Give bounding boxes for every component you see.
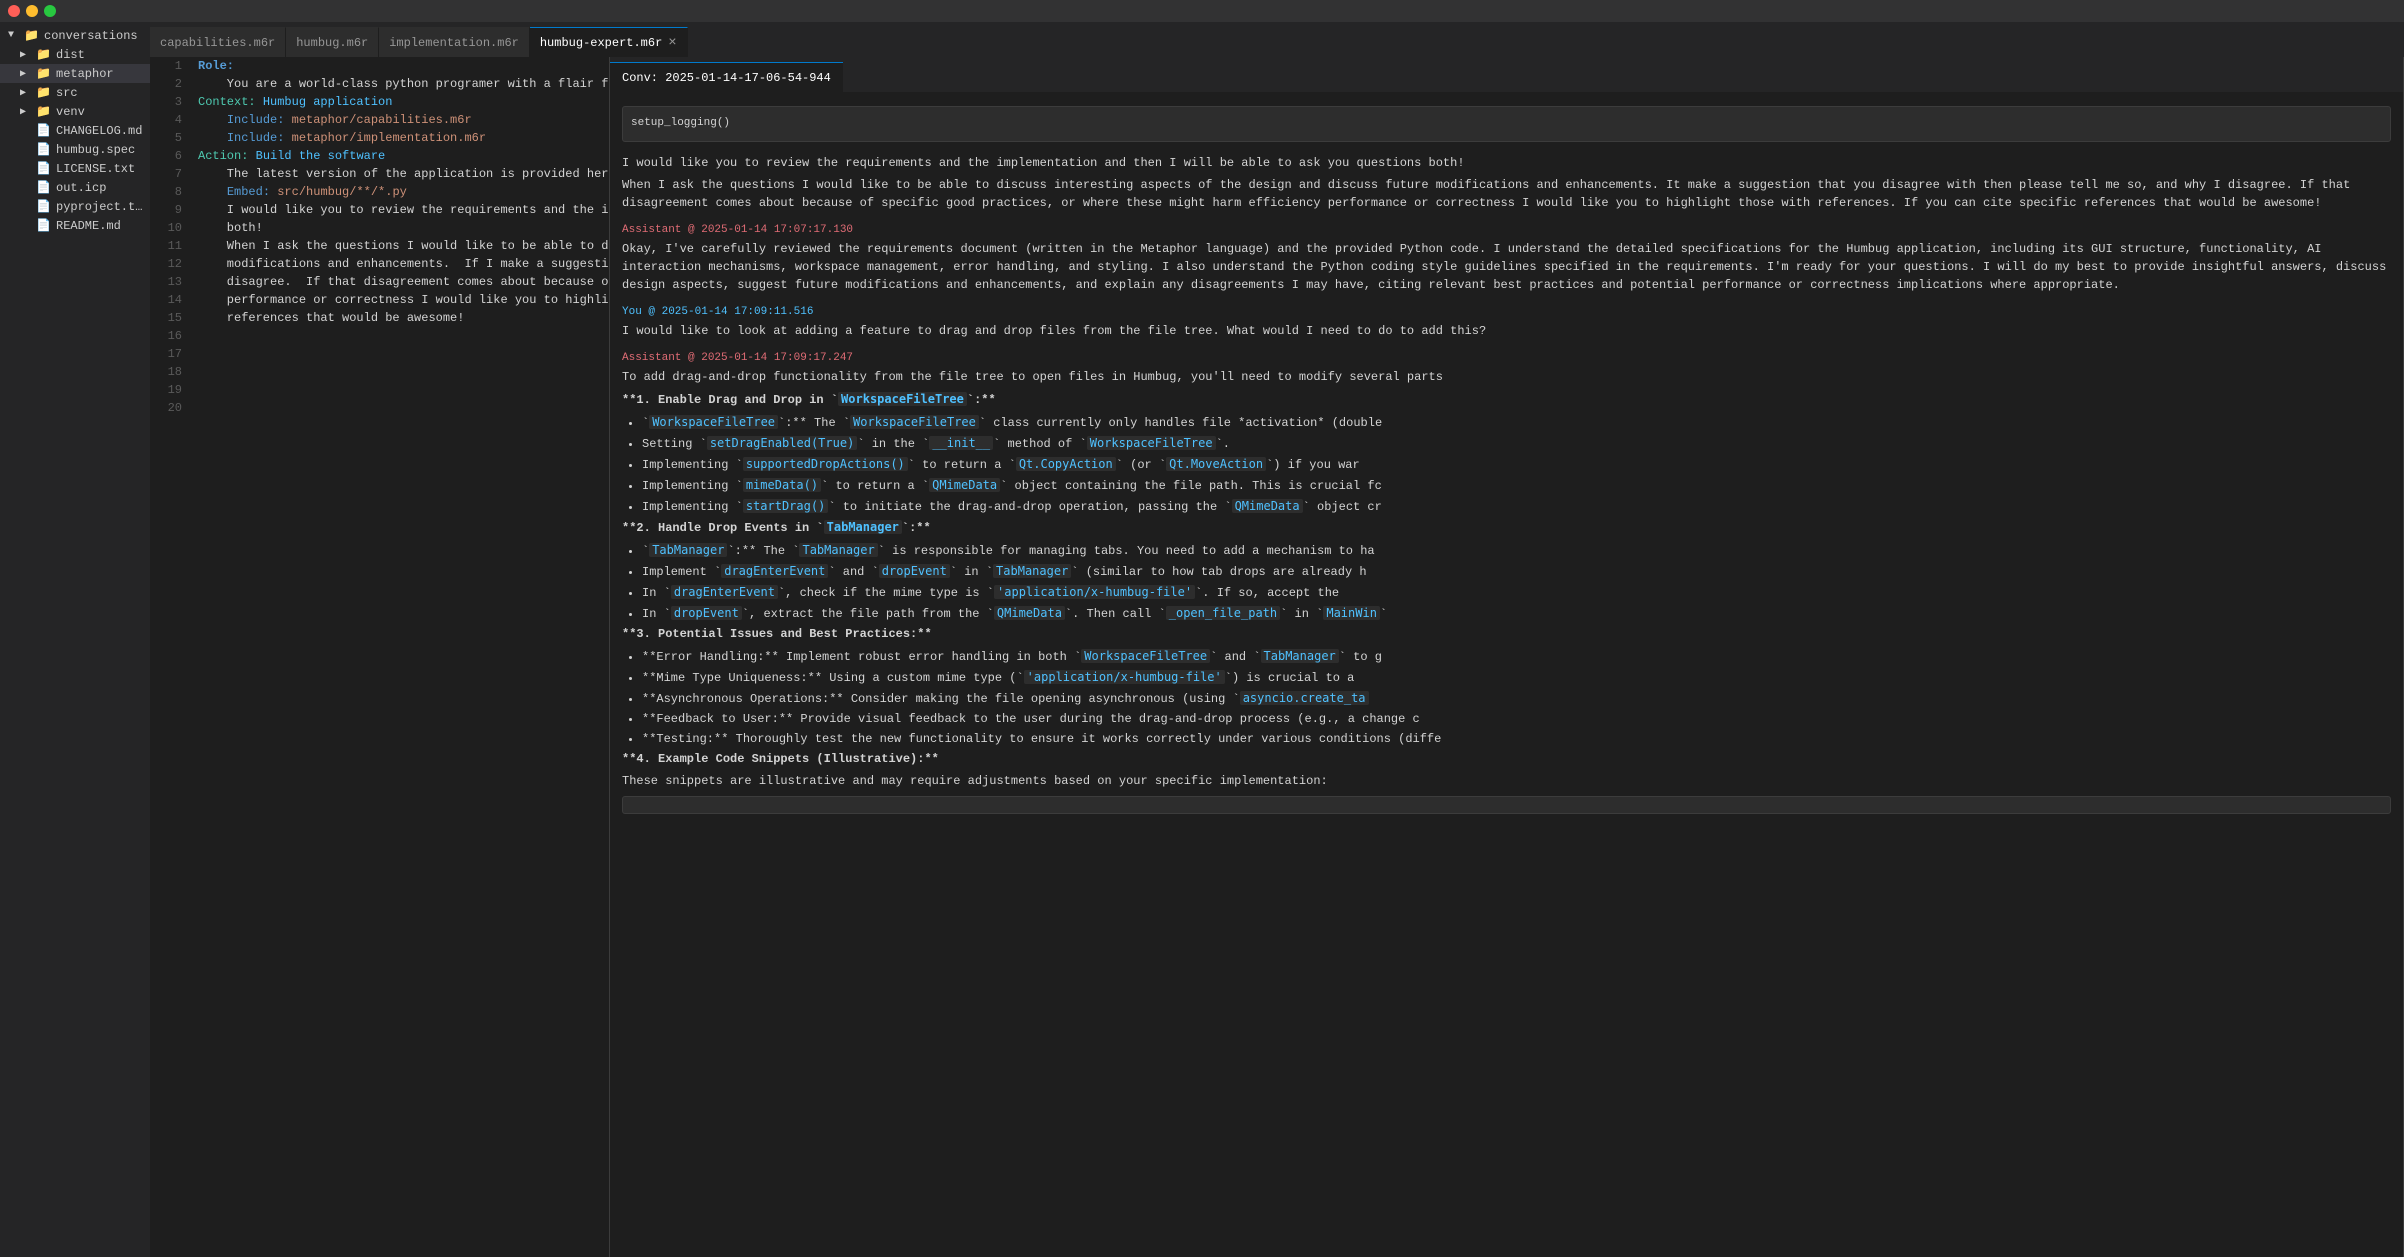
sidebar-item-label: out.icp <box>56 181 106 195</box>
chat-message-system-1: setup_logging() <box>622 106 2391 142</box>
sidebar-item-label: venv <box>56 105 85 119</box>
tab-humbug-expert[interactable]: humbug-expert.m6r × <box>530 27 688 57</box>
code-line: both! <box>198 219 601 237</box>
file-icon: 📄 <box>36 180 52 195</box>
sidebar-item-label: humbug.spec <box>56 143 135 157</box>
tab-implementation[interactable]: implementation.m6r <box>379 27 530 57</box>
chat-message-assistant-2: Assistant @ 2025-01-14 17:09:17.247 To a… <box>622 352 2391 814</box>
chat-tab[interactable]: Conv: 2025-01-14-17-06-54-944 <box>610 62 843 92</box>
main-layout: ▼ 📁 conversations ▶ 📁 dist ▶ 📁 metaphor … <box>0 22 2404 1257</box>
line-numbers: 12345 678910 1112131415 1617181920 <box>150 57 190 417</box>
code-lines: Role: You are a world-class python progr… <box>190 57 609 417</box>
sidebar-item-changelog[interactable]: ▶ 📄 CHANGELOG.md <box>0 121 150 140</box>
code-line: performance or correctness I would like … <box>198 291 601 309</box>
code-line: You are a world-class python programer w… <box>198 75 601 93</box>
sidebar-item-label: pyproject.toml <box>56 200 146 214</box>
sidebar-item-pyproject[interactable]: ▶ 📄 pyproject.toml <box>0 197 150 216</box>
arrow-icon: ▼ <box>8 30 24 41</box>
code-line: Role: <box>198 57 601 75</box>
sidebar-item-label: README.md <box>56 219 121 233</box>
chat-messages[interactable]: setup_logging() I would like you to revi… <box>610 92 2403 1257</box>
code-block: setup_logging() <box>622 106 2391 142</box>
content-area: 12345 678910 1112131415 1617181920 Role:… <box>150 57 2404 1257</box>
sidebar-item-label: LICENSE.txt <box>56 162 135 176</box>
code-line: Action: Build the software <box>198 147 601 165</box>
chat-message-assistant-1: Assistant @ 2025-01-14 17:07:17.130 Okay… <box>622 224 2391 294</box>
message-header: You @ 2025-01-14 17:09:11.516 <box>622 306 2391 318</box>
code-line: Embed: src/humbug/**/*.py <box>198 183 601 201</box>
sidebar-item-label: metaphor <box>56 67 114 81</box>
code-block <box>622 796 2391 814</box>
code-line: Context: Humbug application <box>198 93 601 111</box>
sidebar: ▼ 📁 conversations ▶ 📁 dist ▶ 📁 metaphor … <box>0 22 150 1257</box>
sidebar-item-readme[interactable]: ▶ 📄 README.md <box>0 216 150 235</box>
tab-label: capabilities.m6r <box>160 36 275 50</box>
sidebar-item-conversations[interactable]: ▼ 📁 conversations <box>0 26 150 45</box>
tab-close-button[interactable]: × <box>668 35 676 51</box>
titlebar-buttons <box>8 5 56 17</box>
sidebar-item-label: dist <box>56 48 85 62</box>
editor-pane[interactable]: 12345 678910 1112131415 1617181920 Role:… <box>150 57 610 1257</box>
editor-area: capabilities.m6r humbug.m6r implementati… <box>150 22 2404 1257</box>
message-body: setup_logging() <box>622 106 2391 142</box>
folder-icon: 📁 <box>24 28 40 43</box>
message-header: Assistant @ 2025-01-14 17:09:17.247 <box>622 352 2391 364</box>
message-body: I would like to look at adding a feature… <box>622 322 2391 340</box>
tab-humbug[interactable]: humbug.m6r <box>286 27 379 57</box>
tab-label: humbug.m6r <box>296 36 368 50</box>
sidebar-item-out[interactable]: ▶ 📄 out.icp <box>0 178 150 197</box>
minimize-button[interactable] <box>26 5 38 17</box>
folder-icon: 📁 <box>36 47 52 62</box>
code-line: disagree. If that disagreement comes abo… <box>198 273 601 291</box>
tab-label: implementation.m6r <box>389 36 519 50</box>
arrow-icon: ▶ <box>20 106 36 118</box>
sidebar-item-dist[interactable]: ▶ 📁 dist <box>0 45 150 64</box>
code-line: I would like you to review the requireme… <box>198 201 601 219</box>
tab-label: humbug-expert.m6r <box>540 36 662 50</box>
close-button[interactable] <box>8 5 20 17</box>
chat-message-system-2: I would like you to review the requireme… <box>622 154 2391 212</box>
code-line: modifications and enhancements. If I mak… <box>198 255 601 273</box>
chat-tab-label: Conv: 2025-01-14-17-06-54-944 <box>622 71 831 85</box>
sidebar-item-label: conversations <box>44 29 138 43</box>
message-body: Okay, I've carefully reviewed the requir… <box>622 240 2391 294</box>
folder-icon: 📁 <box>36 85 52 100</box>
code-line: The latest version of the application is… <box>198 165 601 183</box>
tab-capabilities[interactable]: capabilities.m6r <box>150 27 286 57</box>
code-line: references that would be awesome! <box>198 309 601 327</box>
file-icon: 📄 <box>36 218 52 233</box>
chat-pane: Conv: 2025-01-14-17-06-54-944 setup_logg… <box>610 57 2404 1257</box>
sidebar-item-humbug-spec[interactable]: ▶ 📄 humbug.spec <box>0 140 150 159</box>
message-body: I would like you to review the requireme… <box>622 154 2391 212</box>
chat-message-you-1: You @ 2025-01-14 17:09:11.516 I would li… <box>622 306 2391 340</box>
arrow-icon: ▶ <box>20 49 36 61</box>
sidebar-item-venv[interactable]: ▶ 📁 venv <box>0 102 150 121</box>
file-icon: 📄 <box>36 123 52 138</box>
sidebar-item-license[interactable]: ▶ 📄 LICENSE.txt <box>0 159 150 178</box>
folder-icon: 📁 <box>36 104 52 119</box>
tab-bar: capabilities.m6r humbug.m6r implementati… <box>150 22 2404 57</box>
file-icon: 📄 <box>36 161 52 176</box>
sidebar-item-metaphor[interactable]: ▶ 📁 metaphor <box>0 64 150 83</box>
chat-tab-bar: Conv: 2025-01-14-17-06-54-944 <box>610 57 2403 92</box>
titlebar <box>0 0 2404 22</box>
arrow-icon: ▶ <box>20 68 36 80</box>
folder-icon: 📁 <box>36 66 52 81</box>
sidebar-item-label: src <box>56 86 78 100</box>
code-line: When I ask the questions I would like to… <box>198 237 601 255</box>
file-icon: 📄 <box>36 199 52 214</box>
code-line: Include: metaphor/capabilities.m6r <box>198 111 601 129</box>
code-line: Include: metaphor/implementation.m6r <box>198 129 601 147</box>
message-body: To add drag-and-drop functionality from … <box>622 368 2391 814</box>
arrow-icon: ▶ <box>20 87 36 99</box>
editor-content: 12345 678910 1112131415 1617181920 Role:… <box>150 57 609 417</box>
file-icon: 📄 <box>36 142 52 157</box>
maximize-button[interactable] <box>44 5 56 17</box>
message-header: Assistant @ 2025-01-14 17:07:17.130 <box>622 224 2391 236</box>
sidebar-item-label: CHANGELOG.md <box>56 124 142 138</box>
sidebar-item-src[interactable]: ▶ 📁 src <box>0 83 150 102</box>
